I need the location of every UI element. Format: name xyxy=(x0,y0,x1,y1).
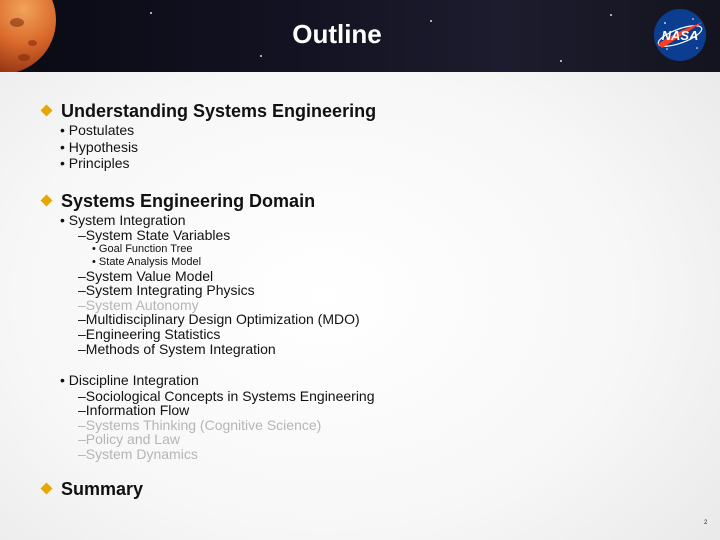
list-item: –Multidisciplinary Design Optimization (… xyxy=(78,311,360,328)
list-item: • Hypothesis xyxy=(60,138,139,155)
diamond-bullet-icon xyxy=(40,194,53,206)
section-heading: Understanding Systems Engineering xyxy=(40,100,700,122)
nasa-logo-text: NASA xyxy=(662,28,699,43)
list-item: –System Dynamics xyxy=(78,446,198,463)
list-item: • Principles xyxy=(60,155,130,171)
list-item: –Sociological Concepts in Systems Engine… xyxy=(78,387,375,404)
section-heading: Systems Engineering Domain xyxy=(40,190,700,212)
diamond-bullet-icon xyxy=(40,104,53,117)
section-title: Systems Engineering Domain xyxy=(61,190,316,211)
section-title: Summary xyxy=(61,478,144,499)
list-item: –Engineering Statistics xyxy=(78,325,221,342)
list-item: –System Autonomy xyxy=(78,296,199,313)
section-heading: Summary xyxy=(40,478,700,500)
page-number: 2 xyxy=(704,520,708,526)
section-title: Understanding Systems Engineering xyxy=(61,101,377,121)
list-item: –System Integrating Physics xyxy=(78,282,255,299)
slide-title: Outline xyxy=(292,19,382,49)
list-item: –Systems Thinking (Cognitive Science) xyxy=(78,416,322,433)
diamond-bullet-icon xyxy=(40,482,53,495)
list-item: –Policy and Law xyxy=(78,431,180,448)
list-item: –System Value Model xyxy=(78,267,214,284)
list-item: • Goal Function Tree xyxy=(92,242,193,255)
list-item: • Discipline Integration xyxy=(60,372,199,389)
list-item: • Postulates xyxy=(60,122,135,138)
outline-content: Understanding Systems Engineering • Post… xyxy=(40,100,700,500)
slide-header: Outline NASA xyxy=(0,0,720,72)
list-item: –Information Flow xyxy=(78,402,190,419)
nasa-logo: NASA xyxy=(654,9,706,61)
list-item: • System Integration xyxy=(60,211,186,228)
list-item: –System State Variables xyxy=(78,227,231,243)
list-item: –Methods of System Integration xyxy=(78,340,276,357)
